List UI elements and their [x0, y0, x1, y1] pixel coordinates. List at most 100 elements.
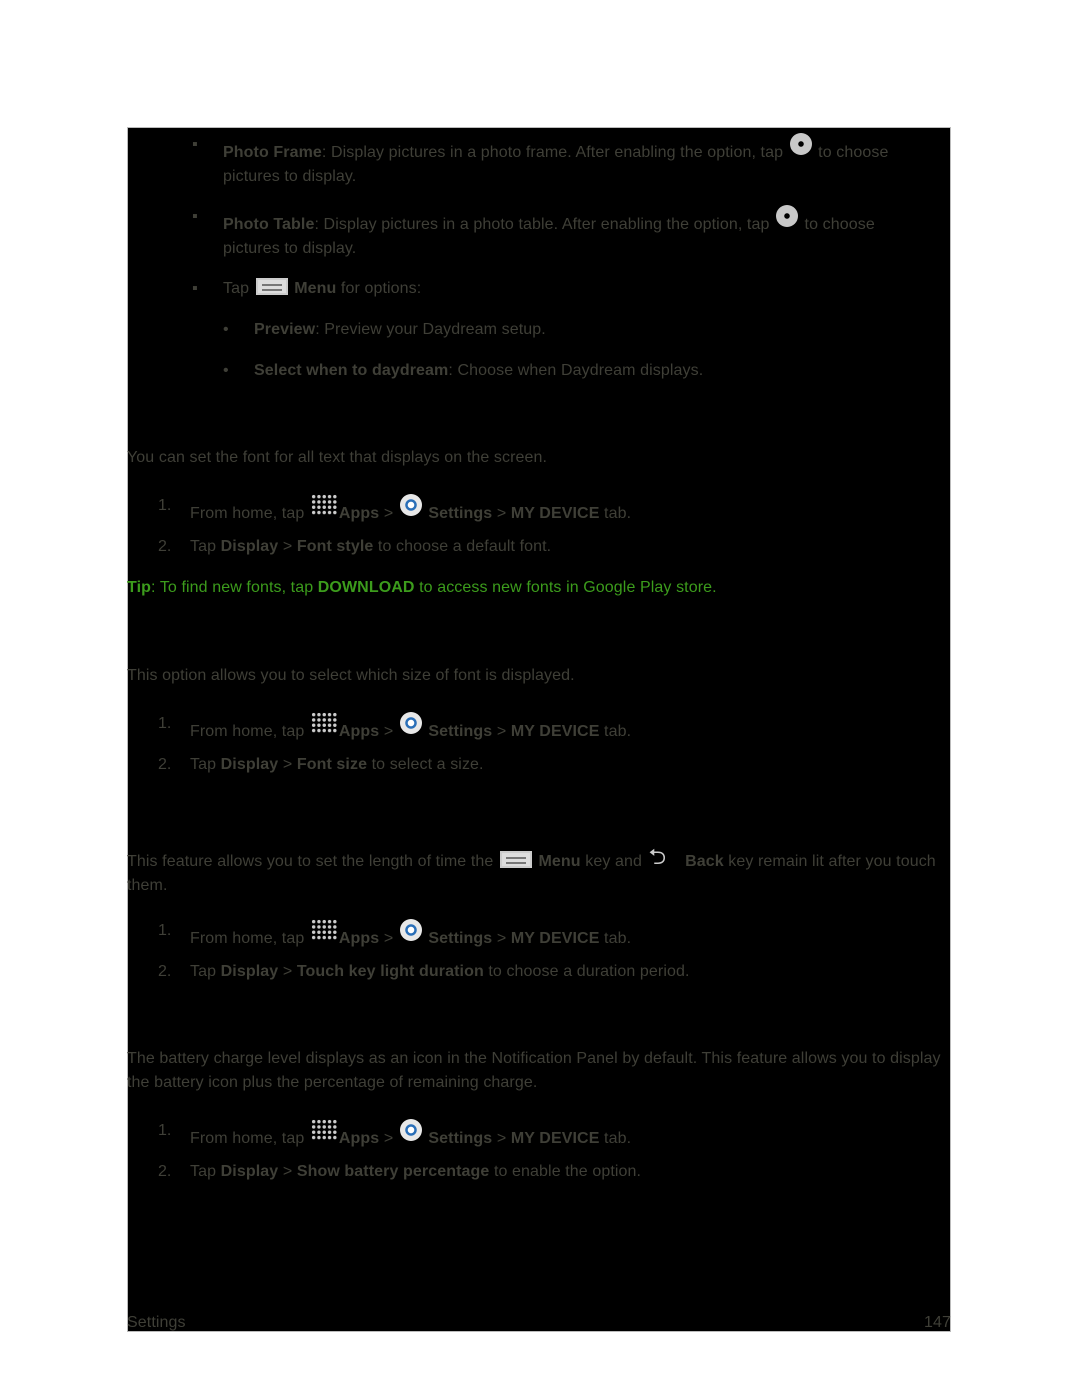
text: >	[379, 723, 398, 740]
text: tab.	[599, 505, 632, 522]
settings-icon	[399, 712, 422, 734]
bold-text: MY DEVICE	[510, 930, 600, 947]
text: >	[278, 1163, 297, 1180]
text: key and	[580, 853, 647, 870]
text: Tap	[190, 756, 221, 773]
bold-text: Apps	[338, 1130, 380, 1147]
bold-text: Display	[220, 963, 279, 980]
bold-text: Settings	[428, 1130, 493, 1147]
settings-icon	[399, 919, 422, 941]
text: From home, tap	[190, 505, 309, 522]
text: >	[492, 505, 511, 522]
text: You can set the font for all text that d…	[127, 449, 548, 466]
bold-text: Font size	[296, 756, 368, 773]
text: to access new fonts in Google Play store…	[414, 579, 717, 596]
text: The battery charge level displays as an …	[127, 1050, 941, 1091]
step-number: 2.	[158, 1163, 172, 1180]
text: to enable the option.	[489, 1163, 642, 1180]
bold-text: Settings	[428, 505, 493, 522]
text: >	[492, 1130, 511, 1147]
text: From home, tap	[190, 1130, 309, 1147]
step-2: Tap Display > Touch key light duration t…	[190, 960, 690, 984]
bold-text: Preview	[254, 321, 316, 338]
bold-text: Back	[685, 853, 724, 870]
bold-text: MY DEVICE	[510, 723, 600, 740]
bold-text: Display	[220, 1163, 279, 1180]
page-number: 147	[924, 1314, 951, 1331]
step-number: 1.	[158, 715, 172, 732]
text: >	[379, 505, 398, 522]
bold-text: Tip	[127, 579, 152, 596]
text: Tap	[223, 280, 254, 297]
bold-text: Select when to daydream	[254, 362, 449, 379]
back-icon: ⮌	[648, 844, 667, 869]
text: tab.	[599, 930, 632, 947]
photo-frame-item: Photo Frame: Display pictures in a photo…	[223, 133, 948, 188]
step-number: 2.	[158, 538, 172, 555]
settings-icon	[399, 494, 422, 516]
bullet: ▪	[192, 280, 198, 297]
bold-text: Menu	[538, 853, 581, 870]
bold-text: Show battery percentage	[296, 1163, 490, 1180]
text: From home, tap	[190, 723, 309, 740]
gear-icon	[789, 133, 812, 155]
text: >	[492, 930, 511, 947]
step-number: 1.	[158, 922, 172, 939]
step-2: Tap Display > Show battery percentage to…	[190, 1160, 641, 1184]
footer-section: Settings	[127, 1314, 186, 1331]
tip-text: Tip: To find new fonts, tap DOWNLOAD to …	[127, 576, 717, 600]
menu-icon	[255, 278, 288, 295]
step-2: Tap Display > Font size to select a size…	[190, 753, 484, 777]
text: >	[278, 538, 297, 555]
text: From home, tap	[190, 930, 309, 947]
text: Tap	[190, 1163, 221, 1180]
font-style-intro: You can set the font for all text that d…	[127, 446, 547, 470]
text: tab.	[599, 723, 632, 740]
text: for options:	[336, 280, 422, 297]
apps-icon	[310, 1119, 337, 1141]
bold-text: MY DEVICE	[510, 1130, 600, 1147]
text: : Display pictures in a photo frame. Aft…	[321, 144, 788, 161]
apps-icon	[310, 712, 337, 734]
step-1: From home, tap Apps > Settings > MY DEVI…	[190, 919, 631, 951]
bold-text: Apps	[338, 505, 380, 522]
bullet: ▪	[192, 136, 198, 153]
bold-text: Apps	[338, 723, 380, 740]
text: Tap	[190, 963, 221, 980]
text: >	[379, 930, 398, 947]
font-size-intro: This option allows you to select which s…	[127, 664, 575, 688]
text: Tap	[190, 538, 221, 555]
apps-icon	[310, 919, 337, 941]
bold-text: DOWNLOAD	[317, 579, 415, 596]
photo-table-item: Photo Table: Display pictures in a photo…	[223, 205, 935, 260]
text: >	[492, 723, 511, 740]
gear-icon	[776, 205, 799, 227]
text: This feature allows you to set the lengt…	[127, 853, 498, 870]
step-1: From home, tap Apps > Settings > MY DEVI…	[190, 712, 631, 744]
bullet: •	[223, 362, 229, 379]
text: >	[278, 963, 297, 980]
settings-icon	[399, 1119, 422, 1141]
text: to select a size.	[367, 756, 484, 773]
text: to choose a default font.	[373, 538, 552, 555]
bold-text: Display	[220, 756, 279, 773]
bold-text: Apps	[338, 930, 380, 947]
bold-text: Display	[220, 538, 279, 555]
bold-text: Settings	[428, 930, 493, 947]
step-number: 2.	[158, 756, 172, 773]
preview-item: Preview: Preview your Daydream setup.	[254, 318, 546, 342]
bold-text: Font style	[296, 538, 374, 555]
step-number: 1.	[158, 1122, 172, 1139]
bold-text: MY DEVICE	[510, 505, 600, 522]
bold-text: Menu	[294, 280, 337, 297]
select-daydream-item: Select when to daydream: Choose when Day…	[254, 359, 703, 383]
text: tab.	[599, 1130, 632, 1147]
step-2: Tap Display > Font style to choose a def…	[190, 535, 551, 559]
text: >	[379, 1130, 398, 1147]
battery-intro: The battery charge level displays as an …	[127, 1047, 953, 1094]
bullet: ▪	[192, 208, 198, 225]
text: : Preview your Daydream setup.	[315, 321, 546, 338]
bold-text: Photo Table	[223, 216, 315, 233]
bullet: •	[223, 321, 229, 338]
step-number: 1.	[158, 497, 172, 514]
